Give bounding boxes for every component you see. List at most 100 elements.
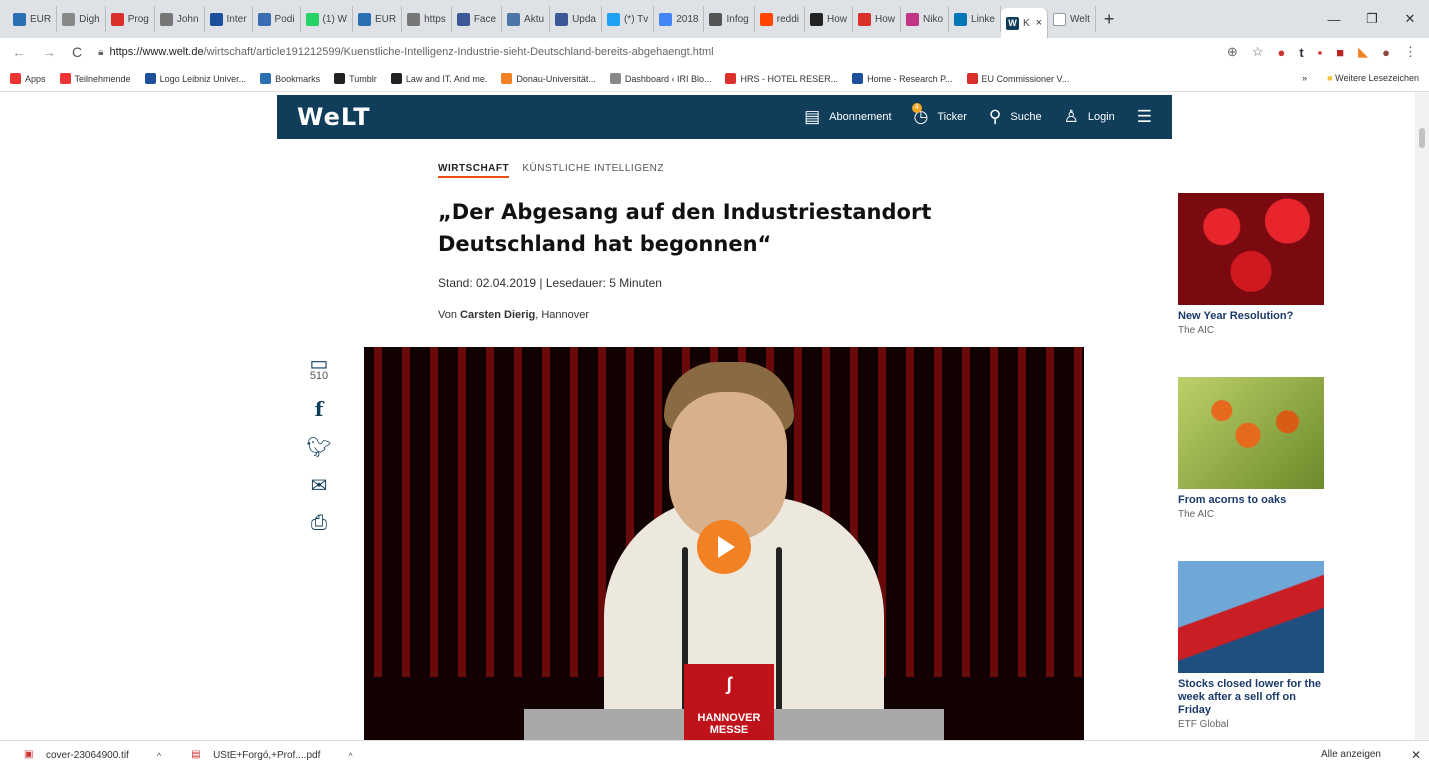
article-video[interactable]: ʃ HANNOVER MESSE [364, 347, 1084, 740]
browser-tab[interactable]: Face [452, 6, 503, 32]
download-item[interactable]: ▣ cover-23064900.tif ^ [24, 749, 161, 762]
download-item[interactable]: ▤ UStE+Forgó,+Prof....pdf ^ [191, 749, 353, 762]
bookmark-item[interactable]: HRS - HOTEL RESER... [725, 73, 838, 84]
subscription-link[interactable]: ▤ Abonnement [804, 107, 891, 127]
search-link[interactable]: ⚲ Suche [989, 107, 1042, 127]
browser-tab[interactable]: Niko [901, 6, 950, 32]
browser-tab[interactable]: reddi [755, 6, 805, 32]
tab-favicon-icon [257, 12, 271, 26]
bookmark-item[interactable]: Dashboard ‹ IRI Blo... [609, 73, 711, 84]
bookmark-item[interactable]: Bookmarks [260, 73, 320, 84]
tab-label: Digh [79, 13, 100, 25]
chevron-up-icon[interactable]: ^ [157, 751, 161, 761]
login-link[interactable]: ♙ Login [1064, 107, 1115, 127]
scrollbar-thumb[interactable] [1419, 128, 1425, 148]
browser-tab[interactable]: EUR [8, 6, 58, 32]
category-link[interactable]: WIRTSCHAFT [438, 163, 510, 178]
tab-label: Welt [1070, 13, 1090, 25]
browser-tab[interactable]: (1) W [301, 6, 353, 32]
email-icon[interactable]: ✉ [311, 466, 328, 504]
tif-file-icon: ▣ [24, 749, 34, 760]
bookmark-favicon-icon [966, 73, 978, 84]
bookmark-item[interactable]: Tumblr [334, 73, 377, 84]
tab-favicon-icon [606, 12, 620, 26]
chevron-up-icon[interactable]: ^ [348, 751, 352, 761]
back-icon[interactable]: ← [12, 44, 26, 60]
ticker-link[interactable]: 4 ◷ Ticker [911, 103, 967, 127]
pdf-extension-icon[interactable]: ■ [1336, 45, 1344, 60]
other-bookmarks-button[interactable]: ■ Weitere Lesezeichen [1327, 73, 1419, 83]
browser-tab[interactable]: Aktu [502, 6, 551, 32]
browser-tab[interactable]: Inter [205, 6, 253, 32]
browser-tab[interactable]: Infog [704, 6, 755, 32]
menu-kebab-icon[interactable]: ⋮ [1404, 44, 1417, 60]
tumblr-extension-icon[interactable]: t [1299, 45, 1303, 60]
curtain-stripe [1018, 347, 1026, 677]
search-icon: ⚲ [988, 107, 1002, 126]
browser-tab[interactable]: Upda [550, 6, 602, 32]
new-tab-icon[interactable]: + [1104, 9, 1115, 30]
extension-icon[interactable]: ● [1277, 45, 1285, 60]
author-link[interactable]: Carsten Dierig [460, 309, 535, 321]
bookmark-item[interactable]: Donau-Universität... [501, 73, 596, 84]
tab-welt[interactable]: Welt [1048, 6, 1096, 32]
close-download-bar-icon[interactable]: ✕ [1411, 748, 1421, 762]
bookmark-star-icon[interactable]: ☆ [1252, 44, 1264, 60]
minimize-icon[interactable]: — [1315, 12, 1353, 27]
tab-label: Face [473, 13, 497, 25]
browser-tab[interactable]: How [805, 6, 853, 32]
browser-tab[interactable]: EUR [353, 6, 403, 32]
bookmark-item[interactable]: Logo Leibniz Univer... [144, 73, 246, 84]
tab-favicon-icon [709, 12, 723, 26]
bookmark-item[interactable]: Law and IT. And me. [390, 73, 487, 84]
rss-extension-icon[interactable]: ◣ [1358, 44, 1368, 60]
close-tab-icon[interactable]: × [1036, 17, 1042, 29]
twitter-icon[interactable]: 🐦︎ [306, 428, 331, 466]
page-scrollbar[interactable] [1415, 92, 1429, 740]
browser-tab[interactable]: (*) Tv [602, 6, 655, 32]
download-bar: ▣ cover-23064900.tif ^ ▤ UStE+Forgó,+Pro… [0, 740, 1429, 770]
tab-strip: EUR Digh Prog John Inter Podi (1) W EUR https Fac… [8, 6, 1001, 32]
tab-active[interactable]: W K × [1000, 8, 1049, 38]
show-all-downloads-button[interactable]: Alle anzeigen [1321, 749, 1381, 760]
tab-favicon-icon [555, 12, 569, 26]
hamburger-menu-icon[interactable]: ☰ [1137, 107, 1152, 127]
bookmark-item[interactable]: Apps [10, 73, 46, 84]
browser-tab[interactable]: https [402, 6, 452, 32]
restore-icon[interactable]: ❐ [1353, 11, 1391, 27]
extension-icon[interactable]: ▪ [1318, 45, 1323, 60]
welt-favicon-icon: W [1005, 16, 1019, 30]
bookmark-item[interactable]: EU Commissioner V... [966, 73, 1069, 84]
profile-avatar-icon[interactable]: ● [1382, 45, 1390, 60]
print-icon[interactable]: ⎙ [311, 504, 327, 542]
lock-icon[interactable]: 🔒︎ [98, 47, 103, 58]
welt-logo[interactable]: WeLT [297, 103, 782, 131]
reload-icon[interactable]: C [72, 44, 82, 60]
forward-icon[interactable]: → [42, 44, 56, 60]
curtain-stripe [514, 347, 522, 677]
ad-card[interactable]: From acorns to oaks The AIC [1178, 377, 1324, 520]
url-domain: https://www.welt.de [109, 46, 204, 58]
tab-favicon-icon [305, 12, 319, 26]
zoom-icon[interactable]: ⊕ [1227, 44, 1238, 60]
browser-tab[interactable]: Podi [253, 6, 301, 32]
close-window-icon[interactable]: ✕ [1391, 11, 1429, 27]
topic-link[interactable]: KÜNSTLICHE INTELLIGENZ [522, 163, 664, 174]
play-button[interactable] [697, 520, 751, 574]
ad-source: ETF Global [1178, 719, 1229, 730]
facebook-icon[interactable]: f [315, 390, 324, 428]
browser-tab[interactable]: Prog [106, 6, 155, 32]
address-bar: ← → C 🔒︎ https://www.welt.de/wirtschaft/… [0, 38, 1429, 66]
browser-tab[interactable]: How [853, 6, 902, 32]
bookmark-item[interactable]: Home - Research P... [852, 73, 953, 84]
ad-card[interactable]: Stocks closed lower for the week after a… [1178, 561, 1324, 730]
bookmarks-overflow-button[interactable]: » [1302, 73, 1307, 83]
browser-tab[interactable]: Linke [949, 6, 1001, 32]
browser-tab[interactable]: John [155, 6, 205, 32]
bookmark-item[interactable]: Teilnehmende [59, 73, 131, 84]
browser-tab[interactable]: 2018 [654, 6, 705, 32]
browser-tab[interactable]: Digh [57, 6, 106, 32]
url-input[interactable]: https://www.welt.de/wirtschaft/article19… [109, 46, 1226, 58]
subscription-label: Abonnement [829, 111, 892, 123]
ad-card[interactable]: New Year Resolution? The AIC [1178, 193, 1324, 336]
